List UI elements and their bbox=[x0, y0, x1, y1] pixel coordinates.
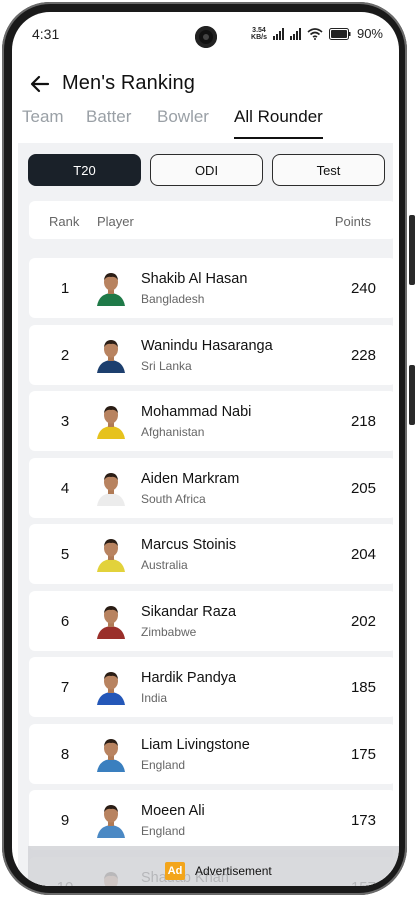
player-country: Sri Lanka bbox=[141, 358, 192, 373]
ad-banner[interactable]: Ad Advertisement bbox=[28, 846, 399, 886]
player-rank: 8 bbox=[60, 745, 70, 763]
player-name: Sikandar Raza bbox=[141, 603, 237, 620]
player-name: Shakib Al Hasan bbox=[141, 271, 248, 287]
player-name: Wanindu Hasaranga bbox=[141, 337, 273, 354]
player-avatar bbox=[93, 337, 129, 373]
tab-bowler[interactable]: Bowler bbox=[157, 107, 209, 135]
player-name: Liam Livingstone bbox=[141, 736, 250, 753]
network-speed: 3.54 KB/s bbox=[251, 27, 267, 41]
ranking-content: T20 ODI Test Rank Player Points 1 Shakib … bbox=[18, 143, 396, 886]
player-rank: 2 bbox=[60, 346, 70, 364]
table-row[interactable]: 1 Shakib Al Hasan Bangladesh 240 bbox=[29, 258, 396, 318]
player-avatar bbox=[93, 736, 129, 772]
player-country: India bbox=[141, 691, 168, 705]
table-row[interactable]: 4 Aiden Markram South Africa 205 bbox=[29, 457, 396, 518]
battery-percent: 90% bbox=[356, 26, 383, 41]
rank-column-header: Rank bbox=[49, 214, 80, 229]
tab-batter[interactable]: Batter bbox=[86, 107, 131, 135]
player-name: Hardik Pandya bbox=[141, 670, 237, 686]
format-selector: T20 ODI Test bbox=[28, 154, 385, 186]
ad-label: Advertisement bbox=[195, 864, 272, 878]
table-row[interactable]: 6 Sikandar Raza Zimbabwe 202 bbox=[29, 590, 396, 651]
table-row[interactable]: 8 Liam Livingstone England 175 bbox=[29, 723, 396, 784]
player-avatar bbox=[93, 403, 129, 439]
status-bar: 4:31 3.54 KB/s 90% bbox=[12, 12, 399, 56]
player-country: England bbox=[141, 824, 186, 838]
ranking-tabs: Team Batter Bowler All Rounder bbox=[12, 107, 399, 143]
table-header: Rank Player Points bbox=[29, 201, 396, 239]
points-column-header: Points bbox=[334, 214, 371, 229]
format-test-button[interactable]: Test bbox=[272, 154, 385, 186]
player-points: 205 bbox=[350, 479, 376, 497]
app-header: Men's Ranking bbox=[12, 62, 399, 106]
player-rank: 6 bbox=[60, 612, 70, 630]
ad-badge: Ad bbox=[165, 862, 185, 880]
player-avatar bbox=[93, 802, 129, 838]
player-points: 173 bbox=[350, 812, 376, 829]
format-t20-button[interactable]: T20 bbox=[28, 154, 141, 186]
status-time: 4:31 bbox=[32, 26, 60, 42]
tab-team[interactable]: Team bbox=[22, 107, 64, 135]
player-name: Moeen Ali bbox=[141, 803, 205, 819]
player-country: South Africa bbox=[141, 491, 206, 506]
player-points: 175 bbox=[350, 745, 376, 763]
page-title: Men's Ranking bbox=[62, 72, 195, 94]
signal-icon-2 bbox=[289, 27, 301, 40]
player-points: 185 bbox=[350, 679, 376, 696]
player-rank: 9 bbox=[60, 812, 70, 829]
player-name: Mohammad Nabi bbox=[141, 404, 252, 420]
player-rank: 1 bbox=[60, 280, 70, 297]
player-name: Aiden Markram bbox=[141, 470, 240, 487]
screen: 4:31 3.54 KB/s 90% Men's Ranking Team Ba… bbox=[12, 12, 399, 886]
table-row[interactable]: 2 Wanindu Hasaranga Sri Lanka 228 bbox=[29, 324, 396, 385]
wifi-icon bbox=[307, 27, 323, 40]
front-camera bbox=[195, 26, 217, 48]
player-rank: 3 bbox=[60, 413, 70, 430]
player-points: 240 bbox=[350, 280, 376, 297]
player-rank: 7 bbox=[60, 679, 70, 696]
player-points: 218 bbox=[350, 413, 376, 430]
signal-icon bbox=[272, 27, 284, 40]
power-button bbox=[409, 365, 415, 425]
network-speed-unit: KB/s bbox=[251, 33, 267, 41]
player-avatar bbox=[93, 270, 129, 306]
player-country: Afghanistan bbox=[141, 425, 205, 439]
player-avatar bbox=[93, 603, 129, 639]
table-row[interactable]: 5 Marcus Stoinis Australia 204 bbox=[29, 524, 396, 584]
player-avatar bbox=[93, 669, 129, 705]
format-odi-button[interactable]: ODI bbox=[150, 154, 263, 186]
player-avatar bbox=[93, 470, 129, 506]
player-rank: 5 bbox=[60, 546, 70, 563]
player-rank: 4 bbox=[60, 479, 70, 497]
player-points: 204 bbox=[350, 546, 376, 563]
tab-all-rounder[interactable]: All Rounder bbox=[234, 107, 323, 135]
player-points: 202 bbox=[350, 612, 376, 630]
status-icons: 3.54 KB/s 90% bbox=[251, 26, 383, 41]
phone-frame: 4:31 3.54 KB/s 90% Men's Ranking Team Ba… bbox=[0, 0, 415, 900]
active-tab-indicator bbox=[234, 137, 323, 139]
player-name: Marcus Stoinis bbox=[141, 537, 237, 553]
table-row[interactable]: 7 Hardik Pandya India 185 bbox=[29, 657, 396, 717]
network-speed-value: 3.54 bbox=[252, 26, 266, 34]
player-country: Zimbabwe bbox=[141, 624, 197, 639]
battery-icon bbox=[328, 27, 351, 40]
player-country: Bangladesh bbox=[141, 292, 205, 306]
player-points: 228 bbox=[350, 346, 376, 364]
player-country: Australia bbox=[141, 558, 188, 572]
volume-button bbox=[409, 215, 415, 285]
player-avatar bbox=[93, 536, 129, 572]
table-row[interactable]: 9 Moeen Ali England 173 bbox=[29, 790, 396, 850]
player-column-header: Player bbox=[97, 214, 134, 229]
player-country: England bbox=[141, 757, 186, 772]
back-arrow-icon[interactable] bbox=[28, 72, 52, 96]
table-row[interactable]: 3 Mohammad Nabi Afghanistan 218 bbox=[29, 391, 396, 451]
